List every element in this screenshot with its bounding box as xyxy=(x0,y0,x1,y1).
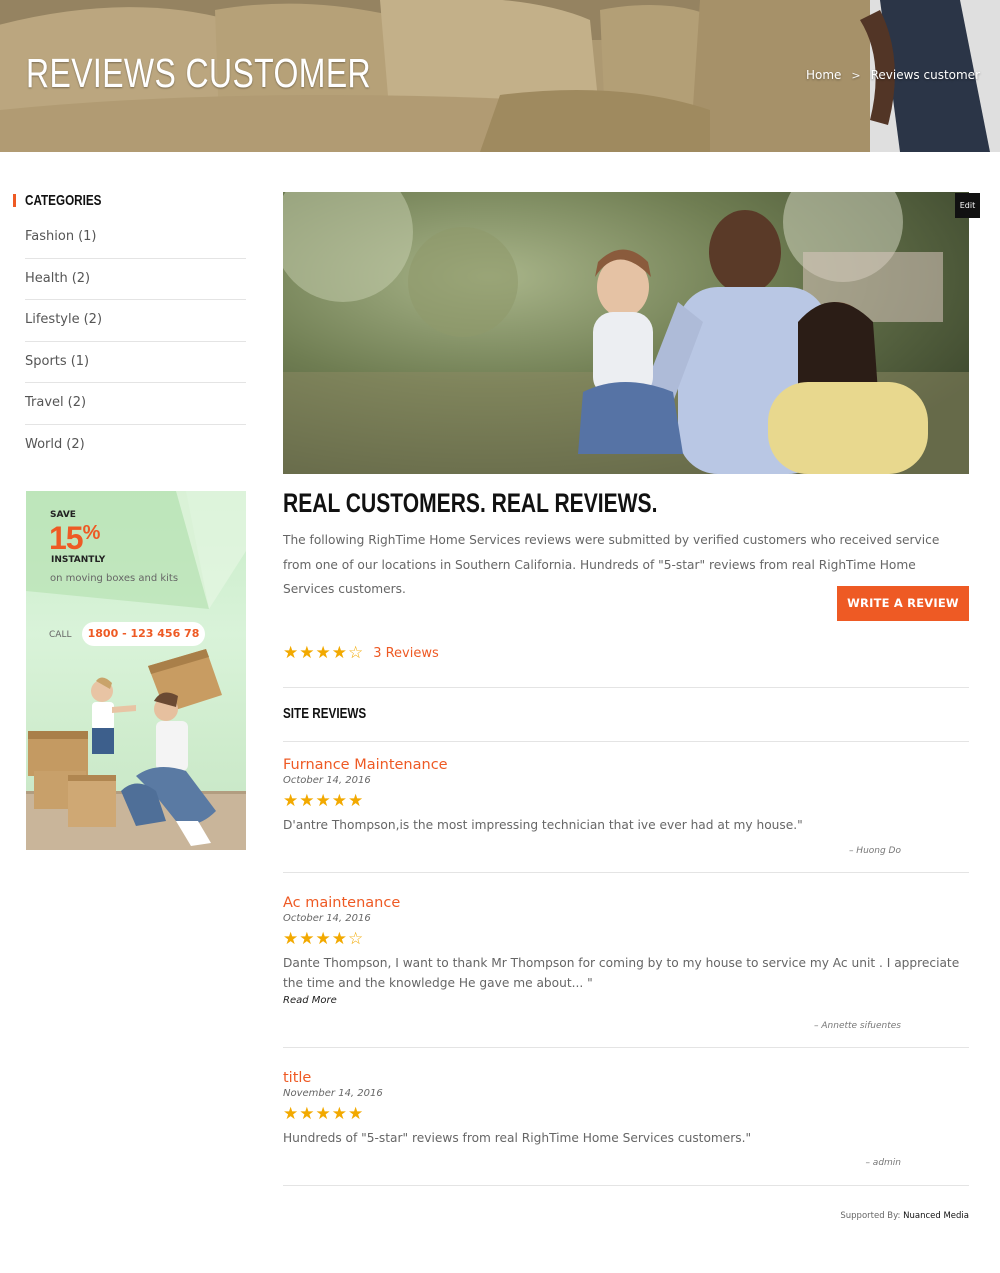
categories-heading-text: CATEGORIES xyxy=(25,191,102,209)
main-heading: REAL CUSTOMERS. REAL REVIEWS. xyxy=(283,488,658,518)
category-item[interactable]: Lifestyle (2) xyxy=(25,300,246,342)
site-reviews-heading: SITE REVIEWS xyxy=(283,705,367,722)
review-stars: ★★★★★ xyxy=(283,1104,365,1124)
promo-percent: 15% xyxy=(49,520,101,557)
review-author: – Annette sifuentes xyxy=(814,1021,901,1031)
review-date: October 14, 2016 xyxy=(283,913,371,924)
category-name[interactable]: World xyxy=(25,437,62,452)
promo-banner[interactable]: SAVE 15% INSTANTLY on moving boxes and k… xyxy=(26,491,246,850)
breadcrumb-separator: > xyxy=(851,68,861,82)
write-review-button[interactable]: WRITE A REVIEW xyxy=(837,586,969,621)
review-date: October 14, 2016 xyxy=(283,775,371,786)
read-more-link[interactable]: Read More xyxy=(283,995,969,1006)
review-count-link[interactable]: 3 Reviews xyxy=(373,646,439,661)
breadcrumb-current: Reviews customer xyxy=(870,68,980,82)
review-date: November 14, 2016 xyxy=(283,1088,383,1099)
footer-credit: Supported By: Nuanced Media xyxy=(840,1211,969,1221)
review-item: Ac maintenance October 14, 2016 ★★★★☆ Da… xyxy=(283,895,969,1040)
family-hero-image xyxy=(283,192,969,474)
divider xyxy=(283,687,969,688)
review-title-link[interactable]: Ac maintenance xyxy=(283,895,969,911)
review-body: Dante Thompson, I want to thank Mr Thomp… xyxy=(283,956,960,990)
summary-stars: ★★★★☆ xyxy=(283,643,365,663)
category-item[interactable]: Sports (1) xyxy=(25,342,246,384)
category-name[interactable]: Lifestyle xyxy=(25,312,80,327)
category-list: Fashion (1) Health (2) Lifestyle (2) Sports… xyxy=(25,217,246,467)
review-author: – Huong Do xyxy=(848,846,901,856)
review-body: Hundreds of "5-star" reviews from real R… xyxy=(283,1131,752,1145)
promo-percent-sign: % xyxy=(82,522,101,544)
breadcrumb: Home > Reviews customer xyxy=(806,68,980,82)
promo-call-label: CALL xyxy=(49,630,72,640)
rating-summary: ★★★★☆ 3 Reviews xyxy=(283,643,439,663)
category-count: (2) xyxy=(71,270,91,286)
divider xyxy=(283,1185,969,1186)
divider xyxy=(283,741,969,742)
category-count: (2) xyxy=(83,312,103,328)
promo-save-label: SAVE xyxy=(50,510,76,520)
category-item[interactable]: Travel (2) xyxy=(25,383,246,425)
promo-instantly: INSTANTLY xyxy=(51,555,106,565)
promo-subtitle: on moving boxes and kits xyxy=(50,573,179,584)
categories-heading: CATEGORIES xyxy=(13,190,123,210)
category-count: (1) xyxy=(70,353,90,369)
category-count: (2) xyxy=(67,395,87,411)
category-item[interactable]: Health (2) xyxy=(25,259,246,301)
promo-phone-pill[interactable]: 1800 - 123 456 78 xyxy=(82,622,205,646)
review-item: title November 14, 2016 ★★★★★ Hundreds o… xyxy=(283,1070,969,1180)
category-name[interactable]: Fashion xyxy=(25,229,74,244)
breadcrumb-home-link[interactable]: Home xyxy=(806,68,841,82)
review-title-link[interactable]: Furnance Maintenance xyxy=(283,757,969,773)
review-stars: ★★★★★ xyxy=(283,791,365,811)
review-item: Furnance Maintenance October 14, 2016 ★★… xyxy=(283,757,969,867)
category-item[interactable]: Fashion (1) xyxy=(25,217,246,259)
page-title: REVIEWS CUSTOMER xyxy=(26,50,372,96)
review-stars: ★★★★☆ xyxy=(283,929,365,949)
review-author: – admin xyxy=(865,1158,901,1168)
review-title-link[interactable]: title xyxy=(283,1070,969,1086)
divider xyxy=(283,1047,969,1048)
review-body: D'antre Thompson,is the most impressing … xyxy=(283,818,803,832)
promo-percent-value: 15 xyxy=(49,520,84,556)
category-name[interactable]: Travel xyxy=(25,395,64,410)
category-name[interactable]: Health xyxy=(25,271,68,286)
category-item[interactable]: World (2) xyxy=(25,425,246,467)
category-count: (2) xyxy=(66,436,85,452)
footer-supported-label: Supported By: xyxy=(840,1211,901,1221)
category-name[interactable]: Sports xyxy=(25,354,67,369)
page-hero: REVIEWS CUSTOMER Home > Reviews customer xyxy=(0,0,1000,152)
category-count: (1) xyxy=(78,229,97,244)
edit-button[interactable]: Edit xyxy=(955,193,980,218)
footer-brand-link[interactable]: Nuanced Media xyxy=(903,1211,969,1221)
heading-accent-bar xyxy=(13,193,16,207)
divider xyxy=(283,872,969,873)
